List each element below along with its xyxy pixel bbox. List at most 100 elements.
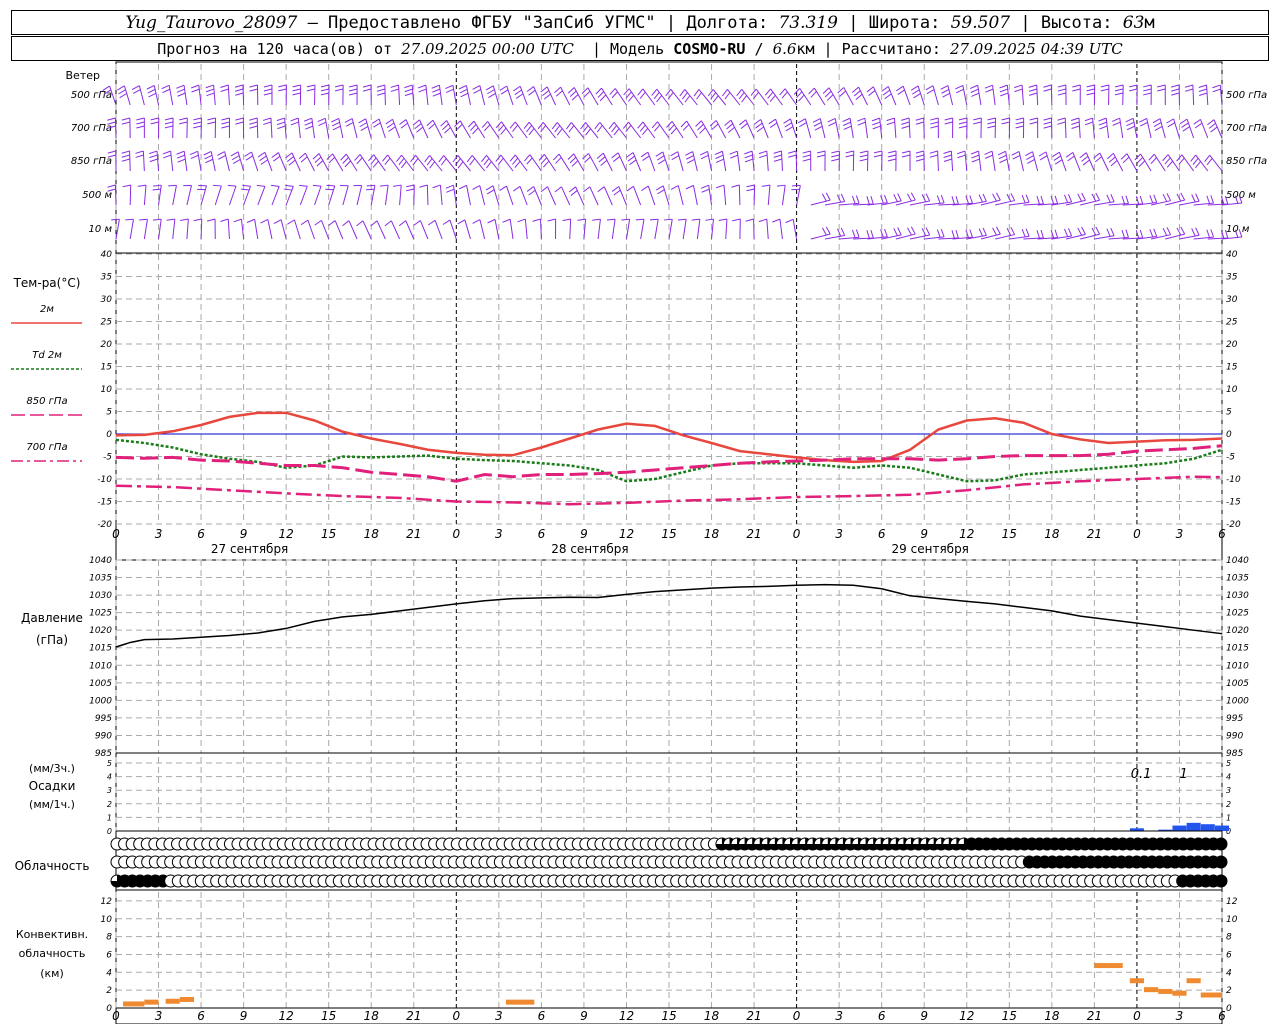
wind-barb-feather [855, 93, 863, 101]
wind-barb-feather [901, 150, 911, 154]
wind-barb-feather [912, 89, 920, 95]
wind-level-label-right: 500 м [1226, 190, 1256, 201]
wind-barb-feather [304, 121, 313, 126]
wind-barb-feather [741, 95, 748, 103]
wind-barb-feather [399, 119, 407, 125]
wind-barb-feather [1191, 194, 1196, 203]
wind-barb-feather [528, 189, 536, 196]
wind-barb [937, 150, 939, 172]
y-tick-label-left: 0 [107, 827, 112, 836]
wind-barb-feather [680, 120, 688, 128]
wind-barb [399, 185, 402, 206]
wind-barb-feather [969, 229, 973, 238]
wind-barb-feather [584, 156, 591, 163]
wind-barb-feather [320, 88, 330, 92]
wind-barb-feather [957, 154, 966, 159]
wind-barb [864, 118, 869, 139]
wind-barb [332, 153, 344, 172]
precip-label: Осадки [29, 779, 76, 793]
wind-barb-feather [331, 117, 340, 123]
wind-barb-feather [681, 92, 688, 100]
wind-barb-feather [358, 118, 366, 124]
wind-barb [569, 218, 572, 240]
wind-barb-feather [1139, 118, 1147, 123]
wind-barb [533, 86, 542, 106]
wind-barb [849, 118, 854, 139]
wind-barb-feather [379, 184, 389, 187]
wind-barb [129, 184, 132, 206]
wind-barb-feather [1149, 229, 1154, 238]
wind-level-label-left: 700 гПа [71, 123, 112, 134]
wind-barb [712, 89, 727, 106]
wind-barb [991, 151, 996, 172]
x-tick-label: 9 [920, 527, 928, 541]
wind-barb-feather [249, 84, 258, 88]
wind-barb-feather [788, 154, 797, 158]
wind-label: Ветер [66, 69, 100, 82]
wind-barb-feather [943, 158, 952, 162]
wind-barb-feather [825, 226, 831, 235]
wind-barb-feather [249, 117, 258, 121]
precip-unit-1h: (мм/1ч.) [29, 798, 75, 811]
x-tick-label: 6 [197, 1009, 205, 1023]
wind-barb [464, 219, 471, 240]
wind-barb-feather [788, 150, 797, 154]
wind-barb-feather [486, 189, 495, 195]
wind-barb-feather [348, 84, 358, 88]
wind-level-label-right: 700 гПа [1226, 123, 1267, 134]
wind-barb-feather [205, 88, 215, 93]
wind-barb-feather [840, 227, 846, 236]
wind-barb-feather [388, 126, 396, 132]
wind-barb-feather [386, 122, 395, 129]
wind-barb-feather [910, 85, 919, 91]
wind-barb-feather [870, 229, 874, 239]
wind-barb [168, 85, 174, 106]
wind-barb-feather [611, 186, 620, 192]
y-tick-label-right: 1035 [1226, 574, 1249, 584]
wind-barb-feather [845, 154, 854, 158]
convective-bar [123, 1001, 145, 1007]
x-tick-label: 21 [1087, 1009, 1102, 1023]
wind-barb-feather [684, 95, 691, 103]
wind-barb-feather [1167, 122, 1176, 128]
wind-barb-feather [419, 184, 428, 188]
wind-barb-feather [553, 153, 560, 161]
wind-barb-feather [528, 89, 536, 96]
wind-barb-feather [554, 86, 562, 93]
wind-barb-feather [930, 121, 939, 125]
wind-barb-feather [234, 88, 244, 92]
wind-barb [299, 186, 308, 206]
wind-barb [784, 88, 798, 106]
wind-barb [770, 88, 783, 106]
wind-barb-feather [750, 88, 757, 96]
wind-barb-feather [871, 117, 880, 122]
x-tick-label: 12 [619, 527, 634, 541]
wind-barb-feather [107, 150, 116, 154]
wind-barb-feather [1106, 194, 1111, 203]
wind-barb-feather [426, 158, 433, 166]
wind-barb-feather [1014, 88, 1023, 93]
wind-barb-feather [500, 89, 509, 95]
wind-barb-feather [1140, 121, 1148, 127]
wind-barb-feather [404, 84, 413, 89]
wind-barb [419, 220, 429, 240]
y-tick-label-left: 30 [101, 295, 113, 305]
wind-barb-feather [442, 123, 449, 130]
wind-barb [500, 154, 514, 172]
wind-barb-feather [1021, 229, 1026, 238]
wind-barb-feather [320, 84, 330, 88]
wind-barb-feather [1086, 88, 1095, 92]
wind-barb-feather [1010, 192, 1016, 201]
wind-barb-feather [973, 117, 982, 121]
wind-barb-feather [305, 125, 314, 130]
wind-barb-feather [656, 95, 663, 103]
wind-barb-feather [783, 118, 791, 124]
wind-barb-feather [376, 92, 386, 96]
wind-barb [200, 218, 203, 240]
y-tick-label-left: 1010 [89, 661, 112, 671]
wind-barb [1032, 151, 1039, 172]
wind-barb-feather [1021, 195, 1026, 204]
wind-barb-feather [460, 92, 469, 98]
wind-barb-feather [940, 85, 949, 90]
y-tick-label-right: 2 [1226, 986, 1232, 996]
